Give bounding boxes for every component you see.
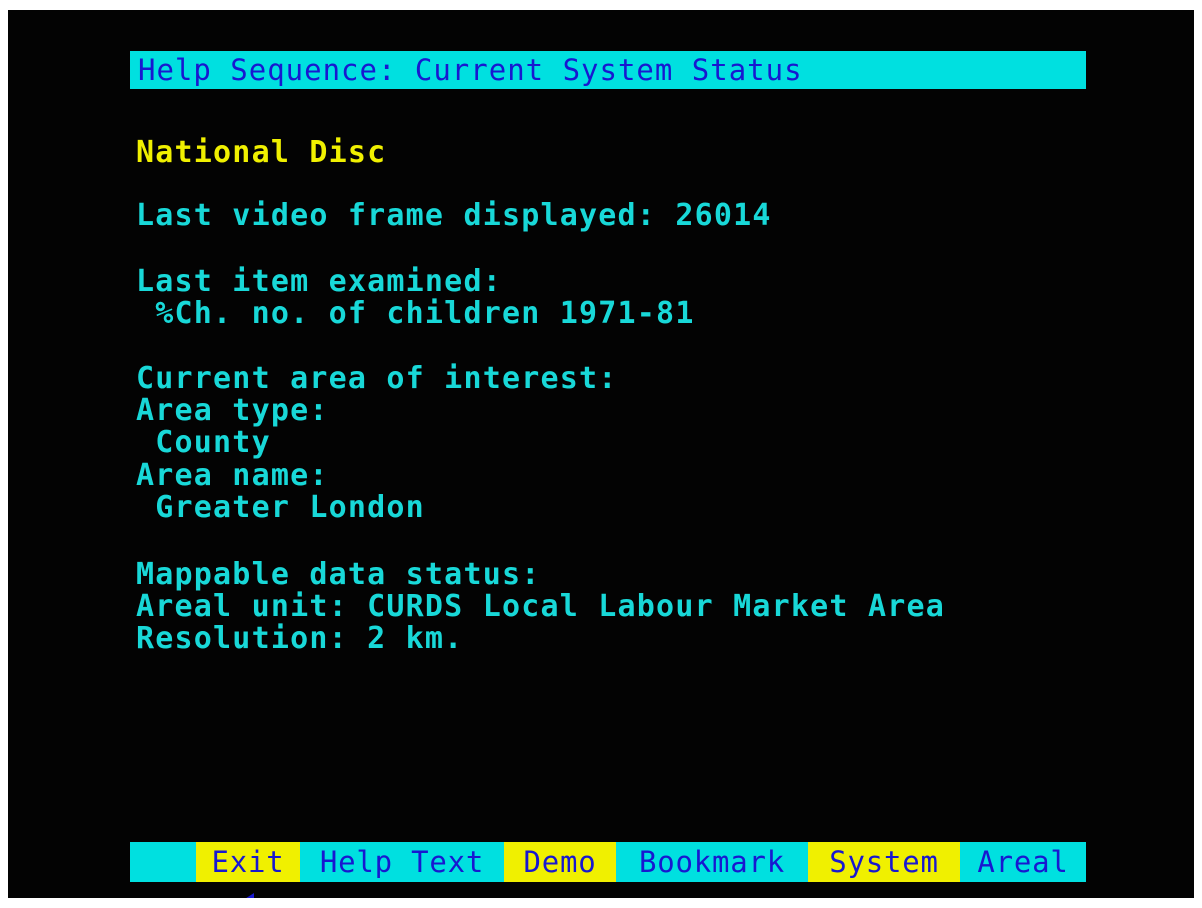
area-type-label: Area type:	[136, 393, 329, 428]
bottom-menu-bar: Exit Help Text Demo Bookmark System Area…	[130, 842, 1086, 898]
resolution-text: Resolution: 2 km.	[136, 621, 464, 656]
left-triangle-icon	[239, 893, 254, 898]
back-button[interactable]	[130, 842, 254, 898]
last-frame-text: Last video frame displayed: 26014	[136, 198, 772, 233]
teletext-screen: Help Sequence: Current System Status Nat…	[8, 10, 1194, 898]
system-button[interactable]: System	[808, 842, 960, 882]
bookmark-button[interactable]: Bookmark	[616, 842, 808, 882]
mappable-heading: Mappable data status:	[136, 557, 541, 592]
help-text-button[interactable]: Help Text	[300, 842, 504, 882]
demo-button[interactable]: Demo	[504, 842, 616, 882]
disc-name: National Disc	[136, 135, 387, 170]
last-item-value: %Ch. no. of children 1971-81	[136, 296, 695, 331]
area-name-label: Area name:	[136, 458, 329, 493]
page-title: Help Sequence: Current System Status	[130, 51, 1086, 89]
last-item-label: Last item examined:	[136, 264, 502, 299]
area-name-value: Greater London	[136, 490, 425, 525]
areal-button[interactable]: Areal	[960, 842, 1086, 882]
area-type-value: County	[136, 425, 271, 460]
areal-unit-text: Areal unit: CURDS Local Labour Market Ar…	[136, 589, 945, 624]
area-heading: Current area of interest:	[136, 361, 618, 396]
exit-button[interactable]: Exit	[196, 842, 300, 882]
